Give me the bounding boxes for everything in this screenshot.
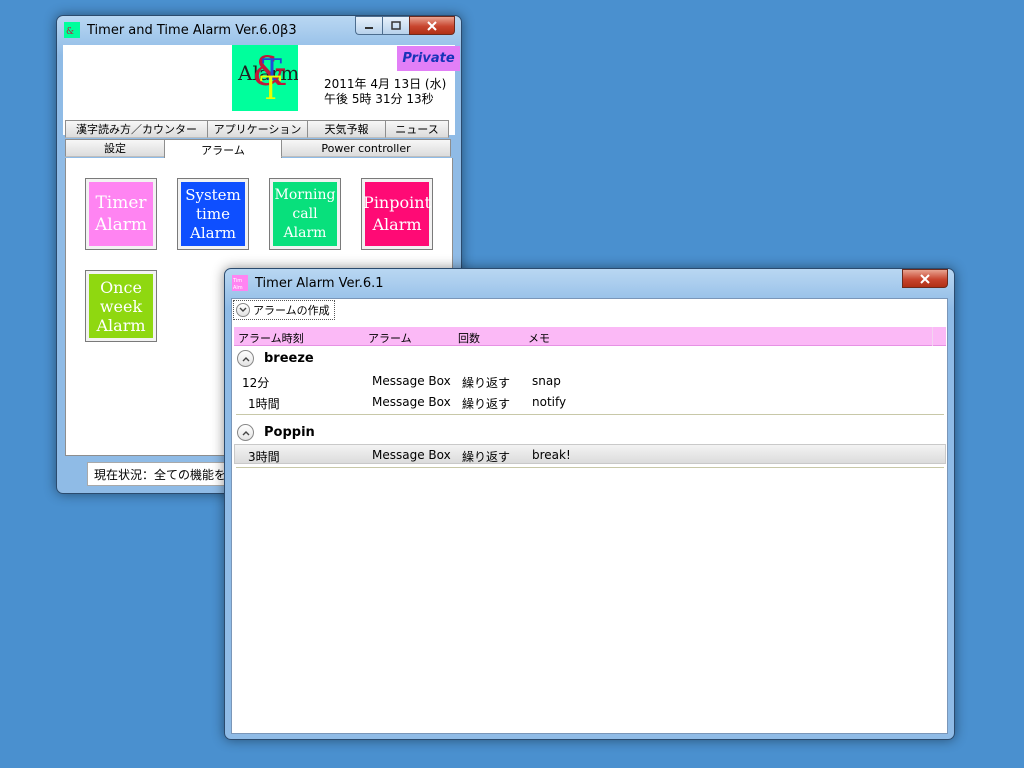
tab-news[interactable]: ニュース	[385, 120, 449, 138]
title-bar[interactable]: & Timer and Time Alarm Ver.6.0β3	[57, 16, 461, 44]
timer-alarm-button[interactable]: Timer Alarm	[85, 178, 157, 250]
svg-text:Alm: Alm	[233, 285, 243, 291]
once-week-alarm-button[interactable]: Once week Alarm	[85, 270, 157, 342]
chevron-up-icon[interactable]	[237, 350, 254, 367]
tab-application[interactable]: アプリケーション	[207, 120, 308, 138]
table-row[interactable]: 3時間 Message Box 繰り返す break!	[234, 444, 946, 464]
title-bar[interactable]: Tim Alm Timer Alarm Ver.6.1	[225, 269, 954, 297]
tab-settings[interactable]: 設定	[65, 139, 165, 157]
status-bar: 現在状況：全ての機能を使	[87, 462, 227, 486]
close-button[interactable]	[409, 16, 455, 35]
close-icon	[920, 273, 930, 284]
group-divider	[236, 414, 944, 415]
system-time-alarm-button[interactable]: System time Alarm	[177, 178, 249, 250]
private-badge: Private	[397, 46, 460, 71]
current-time: 午後 5時 31分 13秒	[324, 92, 434, 106]
window-title: Timer Alarm Ver.6.1	[255, 276, 384, 291]
tab-kanji-counter[interactable]: 漢字読み方／カウンター	[65, 120, 208, 138]
app-icon: Tim Alm	[232, 275, 248, 291]
group-divider	[236, 467, 944, 468]
column-header-time[interactable]: アラーム時刻	[238, 330, 304, 346]
create-alarm-button[interactable]: アラームの作成	[233, 300, 335, 320]
timer-alarm-list-window: Tim Alm Timer Alarm Ver.6.1 アラームの作成 アラーム…	[224, 268, 955, 740]
close-icon	[427, 20, 437, 31]
current-datetime: 2011年 4月 13日 (水) 午後 5時 31分 13秒	[324, 77, 446, 107]
tab-alarm[interactable]: アラーム	[164, 139, 282, 159]
table-row[interactable]: 12分 Message Box 繰り返す snap	[234, 371, 946, 391]
column-header-alarm[interactable]: アラーム	[368, 330, 412, 346]
tab-power-controller[interactable]: Power controller	[281, 139, 451, 157]
list-header: アラーム時刻 アラーム 回数 メモ	[234, 327, 946, 346]
tab-weather[interactable]: 天気予報	[307, 120, 386, 138]
morning-call-alarm-button[interactable]: Morning call Alarm	[269, 178, 341, 250]
window-title: Timer and Time Alarm Ver.6.0β3	[87, 23, 297, 38]
table-row[interactable]: 1時間 Message Box 繰り返す notify	[234, 392, 946, 412]
svg-text:&: &	[66, 27, 74, 37]
maximize-button[interactable]	[382, 16, 409, 35]
chevron-up-icon[interactable]	[237, 424, 254, 441]
group-name: Poppin	[264, 425, 315, 440]
column-header-count[interactable]: 回数	[458, 330, 480, 346]
group-header-breeze[interactable]: breeze	[234, 348, 946, 368]
create-alarm-label: アラームの作成	[253, 304, 330, 317]
chevron-down-icon	[236, 303, 250, 317]
pinpoint-alarm-button[interactable]: Pinpoint Alarm	[361, 178, 433, 250]
column-header-memo[interactable]: メモ	[528, 330, 550, 346]
app-icon: &	[64, 22, 80, 38]
svg-text:Tim: Tim	[232, 278, 242, 284]
maximize-icon	[391, 21, 401, 30]
minimize-icon	[365, 26, 373, 29]
alarm-list-area: アラームの作成 アラーム時刻 アラーム 回数 メモ breeze 12分 Mes…	[231, 298, 948, 734]
group-name: breeze	[264, 351, 314, 366]
current-date: 2011年 4月 13日 (水)	[324, 77, 447, 91]
app-logo: Alarm & T T	[232, 45, 298, 111]
minimize-button[interactable]	[355, 16, 382, 35]
close-button[interactable]	[902, 269, 948, 288]
group-header-poppin[interactable]: Poppin	[234, 422, 946, 442]
